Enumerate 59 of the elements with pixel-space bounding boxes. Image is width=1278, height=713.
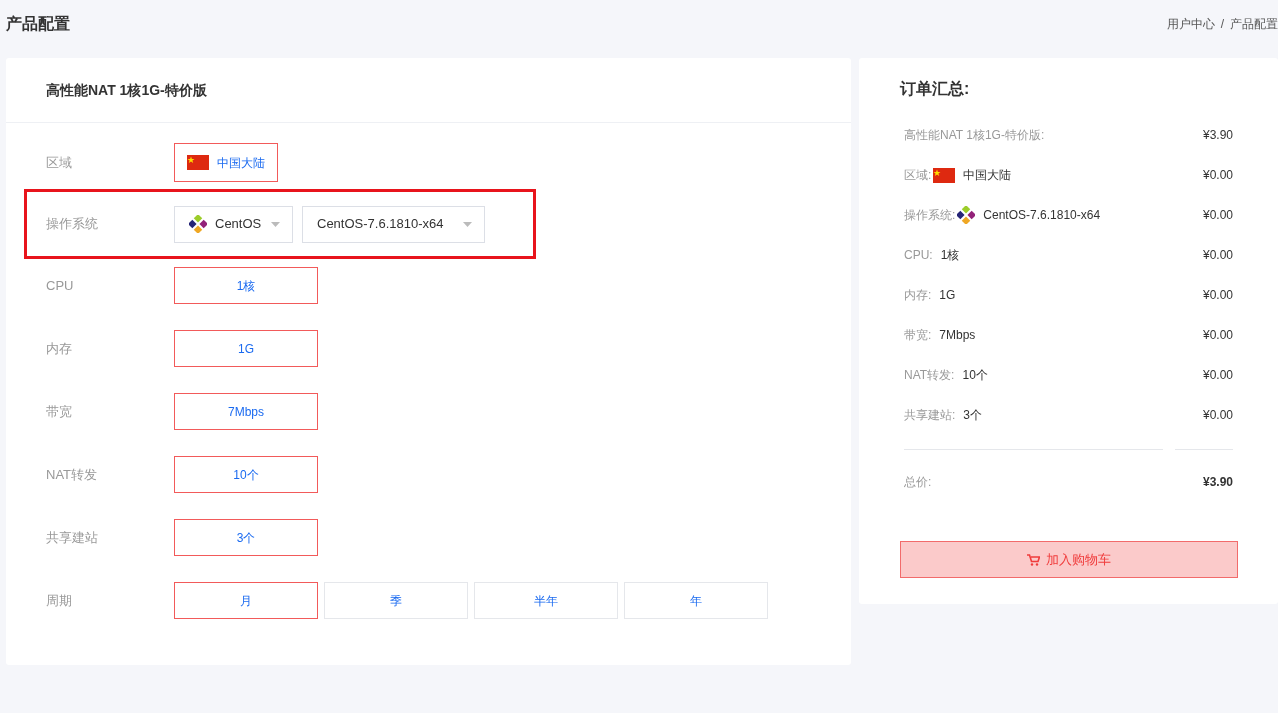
- price-text: ¥0.00: [1202, 247, 1233, 264]
- summary-value: 10个: [962, 367, 988, 384]
- option-button[interactable]: 1核: [174, 267, 318, 304]
- summary-title: 订单汇总:: [900, 79, 971, 99]
- option-button[interactable]: 中国大陆: [174, 143, 278, 182]
- row-label: 带宽: [46, 402, 73, 421]
- option-button[interactable]: 月: [174, 582, 318, 619]
- option-button[interactable]: 10个: [174, 456, 318, 493]
- product-title: 高性能NAT 1核1G-特价版: [46, 80, 207, 100]
- row-label: 内存: [46, 339, 73, 358]
- total-price: ¥3.90: [1202, 474, 1233, 491]
- option-button[interactable]: 季: [324, 582, 468, 619]
- summary-label: 共享建站:: [904, 407, 956, 424]
- summary-value: CentOS-7.6.1810-x64: [983, 207, 1101, 224]
- summary-label: 区域:: [904, 167, 932, 184]
- summary-label: 带宽:: [904, 327, 932, 344]
- page-title: 产品配置: [6, 14, 70, 34]
- price-text: ¥0.00: [1202, 287, 1233, 304]
- row-label: NAT转发: [46, 465, 99, 484]
- summary-value: 中国大陆: [963, 167, 1012, 184]
- breadcrumb-separator: /: [1220, 16, 1224, 33]
- breadcrumb-link[interactable]: 产品配置: [1230, 15, 1278, 33]
- breadcrumb-link[interactable]: 用户中心: [1166, 15, 1215, 33]
- row-label: CPU: [46, 276, 75, 295]
- china-flag-icon: [187, 155, 209, 170]
- select-field[interactable]: CentOS-7.6.1810-x64: [302, 205, 485, 243]
- price-text: ¥0.00: [1202, 327, 1233, 344]
- price-text: ¥0.00: [1202, 167, 1233, 184]
- price-text: ¥0.00: [1202, 367, 1233, 384]
- add-to-cart-button[interactable]: 加入购物车: [900, 541, 1238, 578]
- row-label: 共享建站: [46, 528, 99, 547]
- summary-label: CPU:: [904, 247, 933, 264]
- price-text: ¥0.00: [1202, 207, 1233, 224]
- option-button[interactable]: 7Mbps: [174, 393, 318, 430]
- summary-value: 7Mbps: [939, 327, 976, 344]
- summary-label: 内存:: [904, 287, 932, 304]
- summary-value: 3个: [963, 407, 983, 424]
- row-label: 操作系统: [46, 215, 99, 234]
- summary-label: NAT转发:: [904, 367, 955, 384]
- row-label: 周期: [46, 591, 73, 610]
- option-button[interactable]: 年: [624, 582, 768, 619]
- china-flag-icon: [933, 167, 956, 183]
- caret-icon: [271, 221, 280, 227]
- option-button[interactable]: 1G: [174, 330, 318, 367]
- option-button[interactable]: 半年: [474, 582, 618, 619]
- summary-value: 1G: [939, 287, 956, 304]
- price-text: ¥3.90: [1202, 127, 1233, 144]
- row-label: 区域: [46, 153, 73, 172]
- pinwheel-logo-icon: [189, 215, 207, 233]
- summary-label: 高性能NAT 1核1G-特价版:: [904, 127, 1045, 144]
- summary-value: 1核: [940, 247, 960, 264]
- price-text: ¥0.00: [1202, 407, 1233, 424]
- select-field[interactable]: CentOS: [174, 205, 293, 243]
- total-label: 总价:: [904, 474, 932, 491]
- cart-icon: [1027, 553, 1040, 566]
- summary-label: 操作系统:: [904, 207, 956, 224]
- caret-icon: [463, 221, 472, 227]
- option-button[interactable]: 3个: [174, 519, 318, 556]
- pinwheel-logo-icon: [957, 206, 976, 224]
